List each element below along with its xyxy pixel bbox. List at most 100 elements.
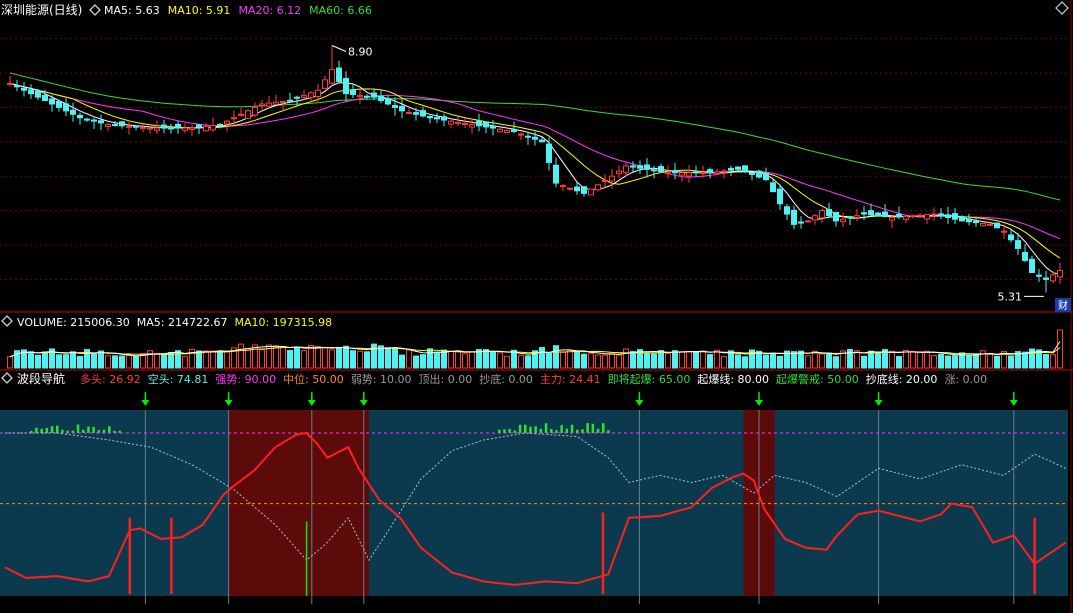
candle-body-98: [693, 171, 699, 174]
candle-body-20: [147, 127, 153, 130]
volume-bar-131: [924, 350, 930, 369]
candle-body-137: [966, 218, 972, 223]
volume-bar-56: [399, 354, 405, 369]
nav-green-bar-1-111: [581, 429, 584, 433]
volume-bar-81: [574, 351, 580, 369]
candle-body-1: [14, 85, 20, 88]
candle-body-70: [497, 128, 503, 133]
nav-green-bar-1-101: [529, 426, 532, 433]
volume-bar-38: [273, 345, 279, 369]
volume-bar-59: [420, 354, 426, 369]
nav-indicator-3: 中位: 50.00: [283, 372, 344, 386]
volume-bar-117: [826, 352, 832, 369]
candle-body-149: [1050, 274, 1056, 282]
candle-body-124: [875, 212, 881, 217]
price-indicator-3: MA60: 6.66: [309, 4, 372, 17]
candle-body-88: [623, 165, 629, 173]
candle-body-35: [252, 106, 258, 116]
candle-body-44: [315, 89, 321, 97]
candle-body-25: [182, 127, 188, 131]
volume-bar-13: [98, 350, 104, 369]
candle-body-84: [595, 184, 601, 191]
volume-bar-39: [280, 346, 286, 369]
ma20-line: [9, 82, 1061, 240]
nav-arrow-head-4: [635, 400, 644, 406]
volume-bar-35: [252, 344, 258, 369]
volume-bar-14: [105, 355, 111, 369]
candle-body-114: [805, 220, 811, 223]
candle-body-29: [210, 124, 216, 131]
nav-indicator-10: 起爆警戒: 50.00: [776, 372, 859, 386]
nav-green-bar-1-97: [508, 428, 511, 433]
volume-bar-92: [651, 353, 657, 369]
corner-diamond-icon[interactable]: [1055, 1, 1069, 15]
volume-bar-51: [364, 351, 370, 369]
volume-bar-127: [896, 356, 902, 369]
volume-bar-134: [945, 355, 951, 369]
candle-body-52: [371, 92, 377, 98]
candle-body-61: [434, 117, 440, 120]
candle-body-2: [21, 87, 27, 91]
volume-bar-118: [833, 356, 839, 369]
nav-green-bar-1-112: [586, 423, 589, 433]
candlesticks: [7, 45, 1063, 293]
candle-body-12: [91, 119, 97, 122]
volume-bar-25: [182, 355, 188, 369]
nav-green-bar-1-103: [539, 428, 543, 433]
candle-body-90: [637, 165, 643, 169]
volume-bar-64: [455, 350, 461, 369]
candle-body-89: [630, 165, 636, 168]
candle-body-67: [476, 120, 482, 127]
candle-body-41: [294, 96, 300, 99]
candle-body-82: [581, 186, 587, 194]
volume-bar-5: [42, 351, 48, 369]
candle-body-119: [840, 218, 846, 223]
candle-body-129: [910, 215, 916, 218]
nav-menu-diamond-icon[interactable]: [1, 372, 13, 384]
candle-body-75: [532, 136, 538, 140]
volume-bar-22: [161, 353, 167, 369]
candle-body-68: [483, 121, 489, 128]
nav-arrow-head-6: [874, 400, 883, 406]
finance-badge[interactable]: 财: [1055, 298, 1071, 312]
price-indicator-0: MA5: 5.63: [104, 4, 160, 17]
candle-body-24: [175, 123, 181, 129]
ma5-path: [9, 82, 1061, 276]
candle-body-112: [791, 209, 797, 225]
volume-bar-124: [875, 351, 881, 369]
candle-body-36: [259, 103, 265, 106]
candle-body-30: [217, 123, 223, 126]
candle-body-136: [959, 216, 965, 222]
candle-body-135: [952, 213, 958, 220]
volume-bar-73: [518, 354, 524, 369]
volume-bar-30: [217, 350, 223, 369]
candle-body-76: [539, 139, 545, 143]
candle-body-9: [70, 109, 76, 115]
candle-body-100: [707, 169, 713, 174]
nav-green-bar-1-108: [565, 428, 569, 433]
candle-body-56: [399, 105, 405, 112]
price-header: 深圳能源(日线) MA5: 5.63 MA10: 5.91 MA20: 6.12 MA…: [0, 1, 460, 17]
volume-bar-44: [315, 346, 321, 369]
nav-green-bar-1-99: [518, 424, 522, 433]
candle-body-142: [1001, 230, 1007, 233]
candle-body-23: [168, 127, 174, 130]
candle-body-46: [329, 69, 335, 84]
candle-body-0: [7, 82, 13, 85]
volume-bar-55: [392, 347, 398, 369]
volume-indicator-1: MA5: 214722.67: [137, 316, 228, 329]
candle-body-93: [658, 166, 664, 173]
candle-body-40: [287, 99, 293, 102]
volume-bar-108: [763, 354, 769, 369]
volume-bar-99: [700, 350, 706, 369]
candle-body-145: [1022, 251, 1028, 261]
volume-bar-71: [504, 355, 510, 369]
volume-bar-143: [1008, 355, 1014, 369]
nav-panel-background: [0, 410, 1068, 596]
volume-bar-28: [203, 350, 209, 369]
candle-body-16: [119, 121, 125, 127]
volume-menu-diamond-icon[interactable]: [1, 315, 13, 327]
volume-bar-126: [889, 350, 895, 369]
candle-body-133: [938, 213, 944, 217]
candle-body-104: [735, 166, 741, 170]
